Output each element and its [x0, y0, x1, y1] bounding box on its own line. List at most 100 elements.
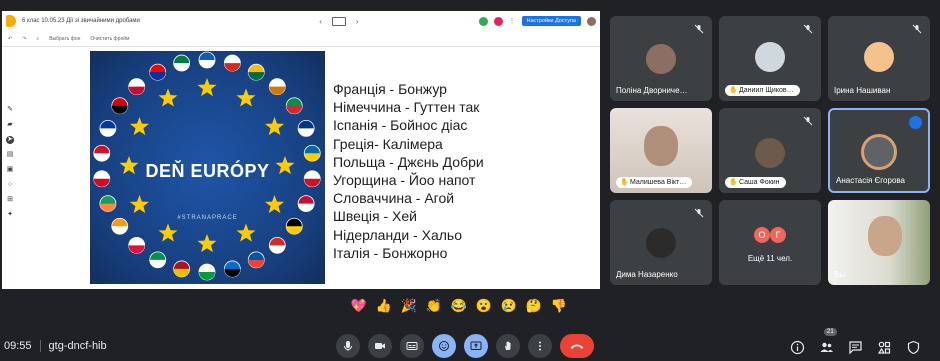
country-flag-icon	[247, 251, 265, 269]
call-controls	[336, 334, 594, 358]
zoom-icon[interactable]: ⌕	[36, 36, 39, 42]
people-icon[interactable]	[819, 340, 834, 355]
country-flag-icon	[99, 120, 117, 137]
avatar-icon[interactable]	[493, 16, 503, 26]
participant-tile[interactable]: Дима Назаренко	[610, 200, 712, 285]
pen-icon[interactable]: ✎	[6, 106, 14, 114]
next-frame-icon[interactable]: ›	[356, 17, 359, 26]
meet-window: 6 клас 10.05.23 Дії зі звичайними дробам…	[0, 0, 940, 361]
camera-icon	[375, 343, 385, 349]
participant-tile-active[interactable]: Анастасія Єгорова	[828, 108, 930, 193]
slide-frame: DEŇ EURÓPY #STRANAPRACE Франція - Бонжур…	[90, 51, 508, 284]
jamboard-header: 6 клас 10.05.23 Дії зі звичайними дробам…	[2, 11, 600, 31]
captions-button[interactable]	[400, 334, 424, 358]
country-flag-icon	[173, 260, 191, 278]
redo-icon[interactable]: ↷	[22, 36, 26, 42]
reaction-sad-icon[interactable]: 😢	[500, 297, 518, 315]
country-flag-icon	[303, 144, 321, 162]
participant-name-pill: ✋ Саша Фокин	[725, 177, 786, 188]
clear-frame-button[interactable]: Очистить фрейм	[90, 36, 129, 42]
reaction-surprised-icon[interactable]: 😮	[475, 297, 493, 315]
more-participants-count: Ещё 11 чел.	[747, 254, 793, 263]
meet-icon[interactable]	[478, 16, 488, 26]
participant-tile[interactable]: ✋ Даниил Щиков…	[719, 16, 821, 101]
raise-hand-button[interactable]	[496, 334, 520, 358]
greeting-line: Греція- Калімера	[333, 135, 443, 152]
image-icon[interactable]: ▣	[6, 166, 14, 174]
participant-tile[interactable]: Поліна Дворниче…	[610, 16, 712, 101]
country-flag-icon	[128, 236, 146, 254]
sticky-note-icon[interactable]: ▤	[6, 151, 14, 159]
side-panel-buttons	[790, 340, 921, 355]
greeting-line: Іспанія - Бойнос діас	[333, 117, 468, 134]
camera-button[interactable]	[368, 334, 392, 358]
reaction-thinking-icon[interactable]: 🤔	[525, 297, 543, 315]
frame-thumbnail[interactable]	[331, 16, 346, 26]
text-box-icon[interactable]: ⊞	[6, 196, 14, 204]
doc-title[interactable]: 6 клас 10.05.23 Дії зі звичайними дробам…	[22, 18, 319, 24]
reaction-thumbs-down-icon[interactable]: 👎	[550, 297, 568, 315]
set-background-button[interactable]: Выбрать фон	[49, 36, 80, 42]
meeting-code[interactable]: gtg-dncf-hib	[49, 340, 107, 352]
more-participants-tile[interactable]: О Г Ещё 11 чел.	[719, 200, 821, 285]
present-button[interactable]	[464, 334, 488, 358]
prev-frame-icon[interactable]: ‹	[319, 17, 322, 26]
host-controls-icon[interactable]	[906, 340, 921, 355]
participant-name: Дима Назаренко	[616, 270, 678, 279]
participant-tile[interactable]: ✋ Малишева Вікт…	[610, 108, 712, 193]
presentation-area: 6 клас 10.05.23 Дії зі звичайними дробам…	[2, 11, 600, 289]
reaction-thumbs-up-icon[interactable]: 👍	[375, 297, 393, 315]
self-face	[868, 216, 903, 256]
eu-star-icon	[129, 117, 149, 136]
select-icon[interactable]: ➤	[6, 136, 14, 144]
hang-up-icon	[570, 344, 584, 349]
country-flag-icon	[285, 97, 303, 115]
more-options-button[interactable]	[528, 334, 552, 358]
europe-day-banner: DEŇ EURÓPY #STRANAPRACE	[90, 51, 325, 284]
eraser-icon[interactable]: ▰	[6, 121, 14, 129]
info-icon[interactable]	[790, 340, 805, 355]
greeting-line: Словаччина - Агой	[333, 190, 455, 207]
country-flag-icon	[268, 78, 286, 96]
country-flag-icon	[128, 78, 146, 96]
self-name: Вы	[834, 270, 846, 279]
present-screen-icon	[470, 341, 482, 350]
emoji-icon	[439, 341, 449, 351]
activities-icon[interactable]	[877, 340, 892, 355]
greeting-line: Угорщина - Йоо напот	[333, 172, 476, 189]
participants-count-badge: 21	[824, 328, 837, 336]
participant-tile[interactable]: ✋ Саша Фокин	[719, 108, 821, 193]
more-vert-icon[interactable]: ⋮	[509, 17, 516, 25]
reaction-clap-icon[interactable]: 👏	[425, 297, 443, 315]
eu-star-icon	[265, 117, 285, 136]
country-flag-icon	[223, 54, 241, 72]
participant-tile[interactable]: Ірина Нашиван	[828, 16, 930, 101]
captions-icon	[406, 342, 418, 350]
meeting-time: 09:55	[4, 340, 32, 352]
banner-tag: #STRANAPRACE	[177, 215, 238, 221]
country-flag-icon	[93, 144, 111, 162]
emoji-button[interactable]	[432, 334, 456, 358]
share-button[interactable]: Настройки Доступа	[521, 16, 581, 26]
jamboard-toolbar: ↶ ↷ ⌕ Выбрать фон Очистить фрейм	[2, 31, 600, 47]
self-tile[interactable]: Вы	[828, 200, 930, 285]
chat-icon[interactable]	[848, 340, 863, 355]
reaction-party-icon[interactable]: 🎉	[400, 297, 418, 315]
country-flag-icon	[99, 195, 117, 212]
account-avatar[interactable]	[587, 16, 596, 26]
mic-button[interactable]	[336, 334, 360, 358]
laser-icon[interactable]: ✦	[6, 211, 14, 219]
reaction-heart-icon[interactable]: 💖	[350, 297, 368, 315]
circle-icon[interactable]: ○	[6, 181, 14, 189]
reaction-laugh-icon[interactable]: 😂	[450, 297, 468, 315]
greeting-line: Франція - Бонжур	[333, 81, 447, 97]
frame-navigation: ‹ ›	[319, 16, 359, 26]
mic-off-icon	[803, 116, 813, 126]
leave-call-button[interactable]	[560, 334, 594, 358]
participant-avatar	[646, 228, 676, 258]
undo-icon[interactable]: ↶	[8, 36, 12, 42]
participant-name-pill: ✋ Даниил Щиков…	[725, 85, 800, 96]
participant-name: Малишева Вікт…	[630, 179, 687, 186]
jamboard-logo-icon	[6, 15, 16, 27]
mic-icon	[344, 341, 352, 351]
